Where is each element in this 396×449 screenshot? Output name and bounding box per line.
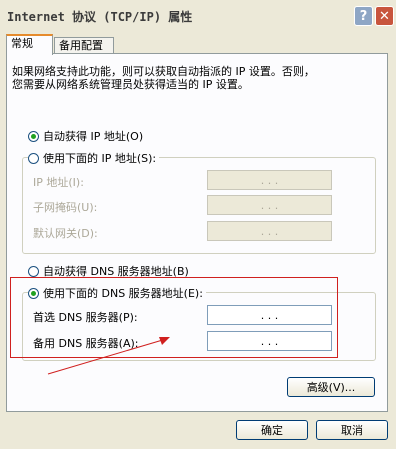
tab-general[interactable]: 常规 xyxy=(6,34,53,55)
advanced-button-label: 高级(V)... xyxy=(306,381,356,394)
ok-button-label: 确定 xyxy=(261,424,283,437)
cancel-button[interactable]: 取消 xyxy=(316,420,388,440)
cancel-button-label: 取消 xyxy=(341,424,363,437)
advanced-button[interactable]: 高级(V)... xyxy=(287,377,375,397)
tab-general-label: 常规 xyxy=(11,37,33,50)
ok-button[interactable]: 确定 xyxy=(236,420,308,440)
